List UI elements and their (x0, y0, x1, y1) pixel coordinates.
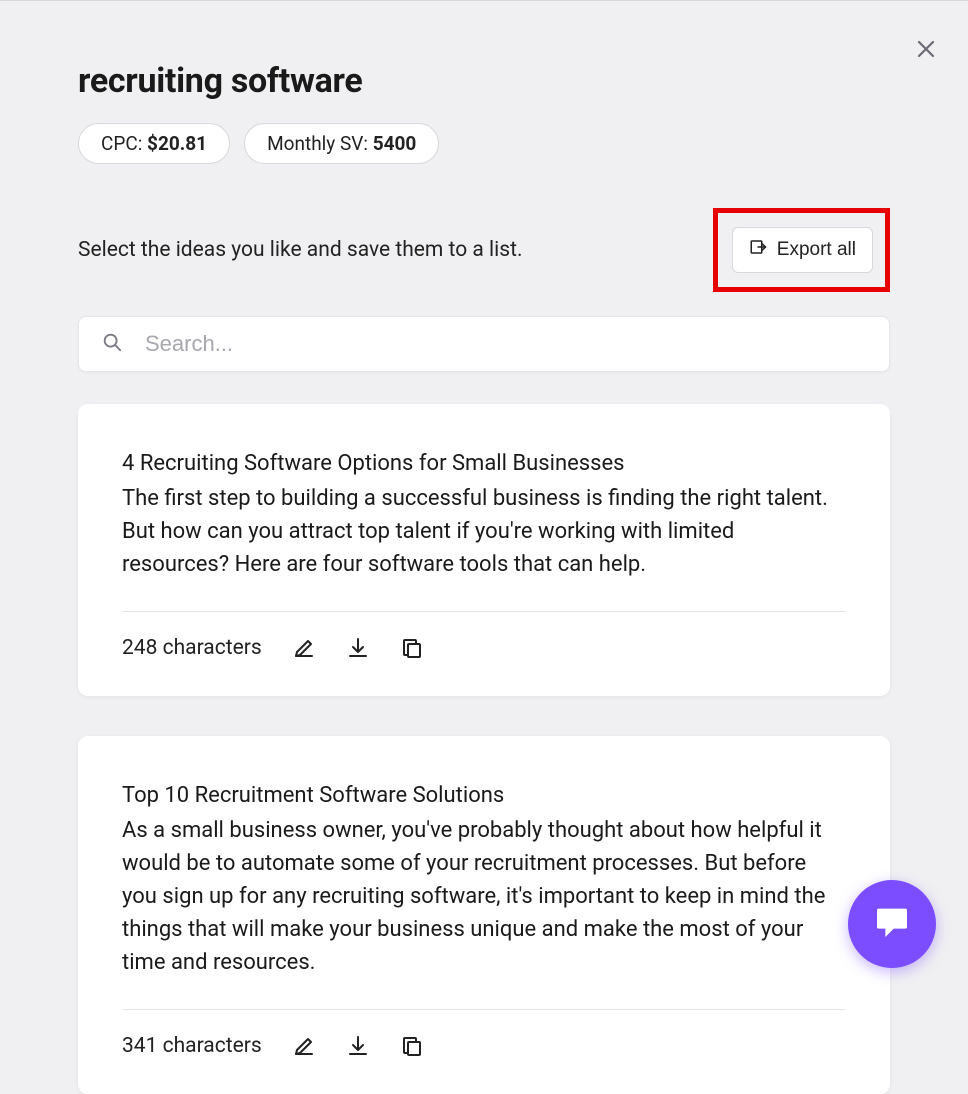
copy-icon[interactable] (400, 1034, 424, 1058)
copy-icon[interactable] (400, 636, 424, 660)
card-footer: 248 characters (122, 636, 846, 660)
subhead-text: Select the ideas you like and save them … (78, 238, 523, 262)
divider (122, 1009, 846, 1010)
search-icon (101, 331, 145, 357)
idea-title: 4 Recruiting Software Options for Small … (122, 448, 846, 480)
export-icon (749, 238, 767, 262)
export-all-button[interactable]: Export all (732, 227, 873, 273)
char-count: 341 characters (122, 1034, 262, 1058)
search-box[interactable] (78, 316, 890, 372)
cpc-value: $20.81 (147, 132, 207, 155)
idea-card[interactable]: Top 10 Recruitment Software Solutions As… (78, 736, 890, 1094)
download-icon[interactable] (346, 636, 370, 660)
search-input[interactable] (145, 331, 867, 357)
export-highlight-box: Export all (713, 208, 890, 292)
divider (122, 611, 846, 612)
export-label: Export all (777, 239, 856, 261)
cpc-label: CPC: (101, 132, 147, 155)
sv-pill: Monthly SV: 5400 (244, 123, 439, 164)
idea-title: Top 10 Recruitment Software Solutions (122, 780, 846, 812)
download-icon[interactable] (346, 1034, 370, 1058)
page-title: recruiting software (78, 61, 890, 101)
sv-value: 5400 (373, 132, 417, 155)
card-footer: 341 characters (122, 1034, 846, 1058)
cpc-pill: CPC: $20.81 (78, 123, 230, 164)
metrics-row: CPC: $20.81 Monthly SV: 5400 (78, 123, 890, 164)
idea-card[interactable]: 4 Recruiting Software Options for Small … (78, 404, 890, 696)
edit-icon[interactable] (292, 636, 316, 660)
idea-desc: As a small business owner, you've probab… (122, 814, 846, 979)
chat-icon (872, 902, 912, 946)
chat-fab[interactable] (848, 880, 936, 968)
edit-icon[interactable] (292, 1034, 316, 1058)
idea-desc: The first step to building a successful … (122, 482, 846, 581)
char-count: 248 characters (122, 636, 262, 660)
close-icon[interactable] (914, 37, 938, 61)
sv-label: Monthly SV: (267, 132, 373, 155)
